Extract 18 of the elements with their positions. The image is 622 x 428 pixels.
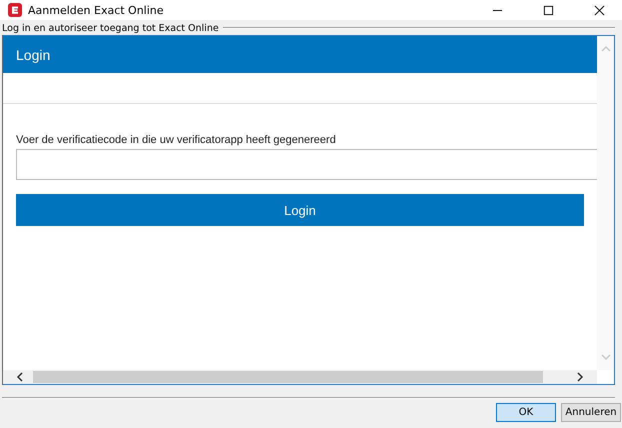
verification-code-field[interactable] (16, 149, 597, 180)
scroll-left-icon[interactable] (15, 372, 25, 382)
scroll-thumb[interactable] (33, 371, 543, 383)
dialog-button[interactable]: Annuleren (561, 403, 621, 422)
horizontal-scrollbar[interactable] (3, 370, 597, 384)
group-label: Log in en autoriseer toegang tot Exact Online (2, 22, 220, 34)
login-button[interactable]: Login (16, 194, 584, 226)
app-logo-icon (8, 3, 22, 17)
dialog-button[interactable]: OK (496, 403, 556, 422)
field-label: Voer de verificatiecode in die uw verificatorapp heeft gegenereerd (16, 134, 337, 146)
window-title: Aanmelden Exact Online (28, 4, 165, 16)
scroll-right-icon[interactable] (575, 372, 585, 382)
vertical-scrollbar[interactable] (597, 36, 614, 370)
header-title: Login (16, 46, 50, 62)
close-icon[interactable] (594, 4, 605, 16)
scroll-down-icon[interactable] (600, 352, 610, 362)
scroll-up-icon[interactable] (600, 44, 610, 54)
maximize-icon[interactable] (543, 4, 554, 16)
